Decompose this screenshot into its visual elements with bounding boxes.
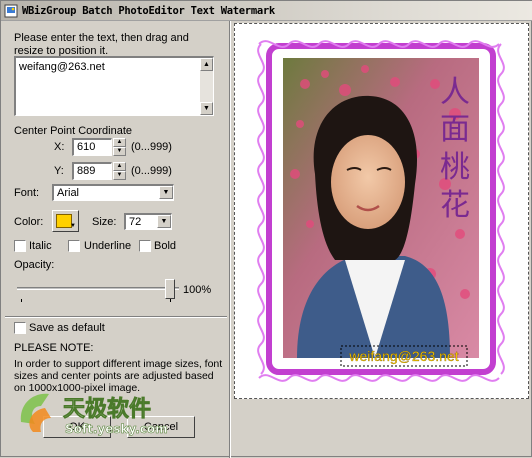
font-select-value: Arial	[57, 187, 80, 199]
watermark-overlay-text[interactable]: weifang@263.net	[348, 348, 459, 364]
watermark-text-value: weifang@263.net	[19, 61, 105, 73]
bold-checkbox[interactable]	[139, 240, 151, 252]
font-label: Font:	[14, 187, 40, 199]
slider-tick	[170, 299, 171, 302]
x-label: X:	[54, 141, 65, 153]
text-scrollbar[interactable]: ▲ ▼	[200, 58, 213, 115]
x-spin-down-icon[interactable]: ▼	[113, 147, 126, 156]
instructions-text: Please enter the text, then drag and res…	[14, 32, 189, 57]
underline-label: Underline	[84, 240, 132, 252]
y-spin-down-icon[interactable]: ▼	[113, 171, 126, 180]
calligraphy-4: 花	[440, 188, 470, 223]
preview-image: 人 面 桃 花 weifang@263.net	[257, 34, 505, 386]
bold-label: Bold	[154, 240, 177, 252]
y-label: Y:	[54, 165, 64, 177]
separator	[5, 316, 227, 318]
logo-cn-text: 天极软件	[63, 396, 151, 422]
font-select[interactable]: Arial ▼	[52, 184, 174, 201]
size-dropdown-icon[interactable]: ▼	[157, 215, 171, 228]
scroll-up-icon[interactable]: ▲	[200, 58, 213, 71]
opacity-value: 100%	[183, 284, 212, 296]
app-icon	[4, 4, 18, 17]
calligraphy-1: 人	[440, 75, 470, 110]
y-coordinate-input[interactable]: 889	[72, 162, 112, 180]
underline-checkbox[interactable]	[68, 240, 80, 252]
preview-canvas[interactable]: 人 面 桃 花 weifang@263.net	[234, 23, 529, 399]
x-spinner[interactable]: ▲ ▼	[113, 138, 126, 156]
calligraphy-3: 桃	[440, 150, 470, 185]
italic-checkbox[interactable]	[14, 240, 26, 252]
window-title: WBizGroup Batch PhotoEditor Text Waterma…	[22, 4, 275, 17]
italic-label: Italic	[29, 240, 52, 252]
slider-tick	[21, 299, 22, 302]
calligraphy-2: 面	[440, 112, 470, 147]
x-spin-up-icon[interactable]: ▲	[113, 138, 126, 147]
y-spinner[interactable]: ▲ ▼	[113, 162, 126, 180]
note-title: PLEASE NOTE:	[14, 342, 94, 354]
size-select-value: 72	[129, 216, 142, 228]
panel-divider	[229, 21, 231, 458]
font-dropdown-icon[interactable]: ▼	[159, 186, 173, 199]
color-dropdown-icon: ▼	[70, 223, 76, 229]
x-coordinate-input[interactable]: 610	[72, 138, 112, 156]
center-point-label: Center Point Coordinate	[14, 125, 133, 137]
size-select[interactable]: 72 ▼	[124, 213, 172, 230]
face	[331, 135, 405, 229]
size-label: Size:	[92, 216, 117, 228]
scroll-down-icon[interactable]: ▼	[200, 102, 213, 115]
save-default-checkbox[interactable]	[14, 322, 26, 334]
opacity-label: Opacity:	[14, 259, 55, 271]
opacity-slider-thumb[interactable]	[165, 279, 175, 299]
color-label: Color:	[14, 216, 44, 228]
color-picker-button[interactable]: ▼	[52, 210, 79, 232]
yesky-logo: 天极软件 Soft.yesky.com	[20, 393, 168, 436]
opacity-slider-track[interactable]	[17, 287, 179, 290]
title-bar[interactable]: WBizGroup Batch PhotoEditor Text Waterma…	[1, 1, 532, 21]
logo-url-text: Soft.yesky.com	[65, 422, 168, 436]
x-range-text: (0...999)	[131, 141, 172, 153]
y-range-text: (0...999)	[131, 165, 172, 177]
save-default-label: Save as default	[29, 322, 105, 334]
watermark-text-input[interactable]: weifang@263.net ▲ ▼	[14, 56, 214, 116]
app-window: WBizGroup Batch PhotoEditor Text Waterma…	[0, 0, 532, 458]
y-spin-up-icon[interactable]: ▲	[113, 162, 126, 171]
